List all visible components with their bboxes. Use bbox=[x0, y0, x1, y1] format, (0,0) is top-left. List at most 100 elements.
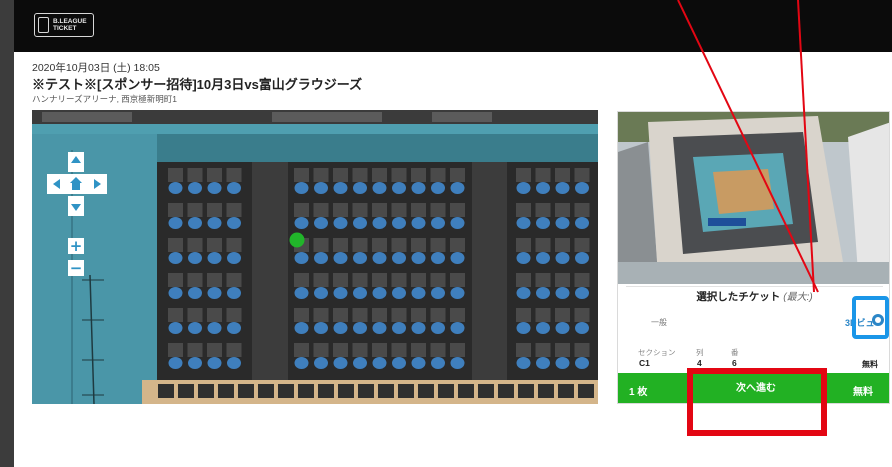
seat[interactable] bbox=[294, 357, 309, 369]
seat[interactable] bbox=[227, 357, 241, 369]
seat[interactable] bbox=[227, 182, 241, 194]
seat[interactable] bbox=[431, 357, 445, 369]
seat[interactable] bbox=[555, 252, 570, 264]
seat[interactable] bbox=[555, 357, 570, 369]
seat[interactable] bbox=[207, 287, 222, 299]
seat[interactable] bbox=[168, 357, 183, 369]
seat[interactable] bbox=[536, 217, 550, 229]
seat[interactable] bbox=[411, 217, 426, 229]
bleague-ticket-logo[interactable]: B.LEAGUE TICKET bbox=[34, 13, 94, 37]
seat[interactable] bbox=[555, 182, 570, 194]
seat[interactable] bbox=[392, 322, 406, 334]
seat[interactable] bbox=[372, 252, 387, 264]
seat[interactable] bbox=[516, 287, 531, 299]
front-row-seat[interactable] bbox=[478, 384, 494, 398]
front-row-seat[interactable] bbox=[218, 384, 234, 398]
seat[interactable] bbox=[227, 287, 241, 299]
seat[interactable] bbox=[227, 322, 241, 334]
front-row-seat[interactable] bbox=[498, 384, 514, 398]
front-row-seat[interactable] bbox=[538, 384, 554, 398]
seat[interactable] bbox=[353, 252, 367, 264]
seat[interactable] bbox=[392, 252, 406, 264]
seat[interactable] bbox=[353, 182, 367, 194]
seat[interactable] bbox=[353, 287, 367, 299]
seat[interactable] bbox=[555, 217, 570, 229]
seat[interactable] bbox=[188, 287, 202, 299]
front-row-seat[interactable] bbox=[398, 384, 414, 398]
seat[interactable] bbox=[188, 217, 202, 229]
seat[interactable] bbox=[353, 357, 367, 369]
seat[interactable] bbox=[168, 182, 183, 194]
seat-map[interactable]: + − bbox=[32, 110, 598, 404]
seat[interactable] bbox=[555, 322, 570, 334]
seat[interactable] bbox=[450, 217, 465, 229]
seat[interactable] bbox=[294, 252, 309, 264]
seat[interactable] bbox=[227, 217, 241, 229]
seat[interactable] bbox=[294, 217, 309, 229]
front-row-seat[interactable] bbox=[418, 384, 434, 398]
seat[interactable] bbox=[516, 357, 531, 369]
seat[interactable] bbox=[188, 182, 202, 194]
seat[interactable] bbox=[314, 217, 328, 229]
zoom-out-button[interactable]: − bbox=[68, 260, 84, 276]
seat[interactable] bbox=[536, 357, 550, 369]
seat[interactable] bbox=[392, 182, 406, 194]
seat[interactable] bbox=[536, 182, 550, 194]
seat[interactable] bbox=[516, 322, 531, 334]
front-row-seat[interactable] bbox=[158, 384, 174, 398]
seat[interactable] bbox=[372, 182, 387, 194]
seat[interactable] bbox=[372, 287, 387, 299]
pan-control[interactable] bbox=[45, 150, 109, 220]
seat[interactable] bbox=[207, 182, 222, 194]
front-row-seat[interactable] bbox=[358, 384, 374, 398]
seat[interactable] bbox=[392, 357, 406, 369]
selected-seat-marker[interactable] bbox=[289, 232, 305, 248]
seat[interactable] bbox=[294, 322, 309, 334]
seat[interactable] bbox=[188, 357, 202, 369]
seat[interactable] bbox=[575, 357, 589, 369]
seat[interactable] bbox=[450, 182, 465, 194]
seat[interactable] bbox=[555, 287, 570, 299]
front-row-seat[interactable] bbox=[558, 384, 574, 398]
seat-map-canvas[interactable] bbox=[32, 110, 598, 404]
seat[interactable] bbox=[333, 217, 348, 229]
seat[interactable] bbox=[516, 252, 531, 264]
seat[interactable] bbox=[450, 287, 465, 299]
seat[interactable] bbox=[411, 287, 426, 299]
seat[interactable] bbox=[314, 182, 328, 194]
seat[interactable] bbox=[392, 287, 406, 299]
seat[interactable] bbox=[314, 252, 328, 264]
seat[interactable] bbox=[431, 217, 445, 229]
seat[interactable] bbox=[372, 357, 387, 369]
seat[interactable] bbox=[207, 322, 222, 334]
front-row-seat[interactable] bbox=[378, 384, 394, 398]
front-row-seat[interactable] bbox=[198, 384, 214, 398]
seat[interactable] bbox=[575, 322, 589, 334]
seat[interactable] bbox=[294, 287, 309, 299]
zoom-in-button[interactable]: + bbox=[68, 238, 84, 254]
seat[interactable] bbox=[294, 182, 309, 194]
front-row-seat[interactable] bbox=[278, 384, 294, 398]
seat[interactable] bbox=[168, 252, 183, 264]
arena-3d-preview-image[interactable] bbox=[618, 112, 890, 284]
seat[interactable] bbox=[411, 357, 426, 369]
seat[interactable] bbox=[431, 182, 445, 194]
seat[interactable] bbox=[333, 322, 348, 334]
seat[interactable] bbox=[168, 217, 183, 229]
front-row-seat[interactable] bbox=[438, 384, 454, 398]
seat[interactable] bbox=[207, 252, 222, 264]
seat[interactable] bbox=[333, 287, 348, 299]
seat[interactable] bbox=[188, 322, 202, 334]
seat[interactable] bbox=[575, 287, 589, 299]
seat[interactable] bbox=[575, 182, 589, 194]
front-row-seat[interactable] bbox=[238, 384, 254, 398]
front-row-seat[interactable] bbox=[298, 384, 314, 398]
seat[interactable] bbox=[516, 182, 531, 194]
seat[interactable] bbox=[411, 182, 426, 194]
seat[interactable] bbox=[536, 287, 550, 299]
seat[interactable] bbox=[168, 287, 183, 299]
seat[interactable] bbox=[372, 322, 387, 334]
seat[interactable] bbox=[333, 252, 348, 264]
seat[interactable] bbox=[188, 252, 202, 264]
seat[interactable] bbox=[353, 217, 367, 229]
